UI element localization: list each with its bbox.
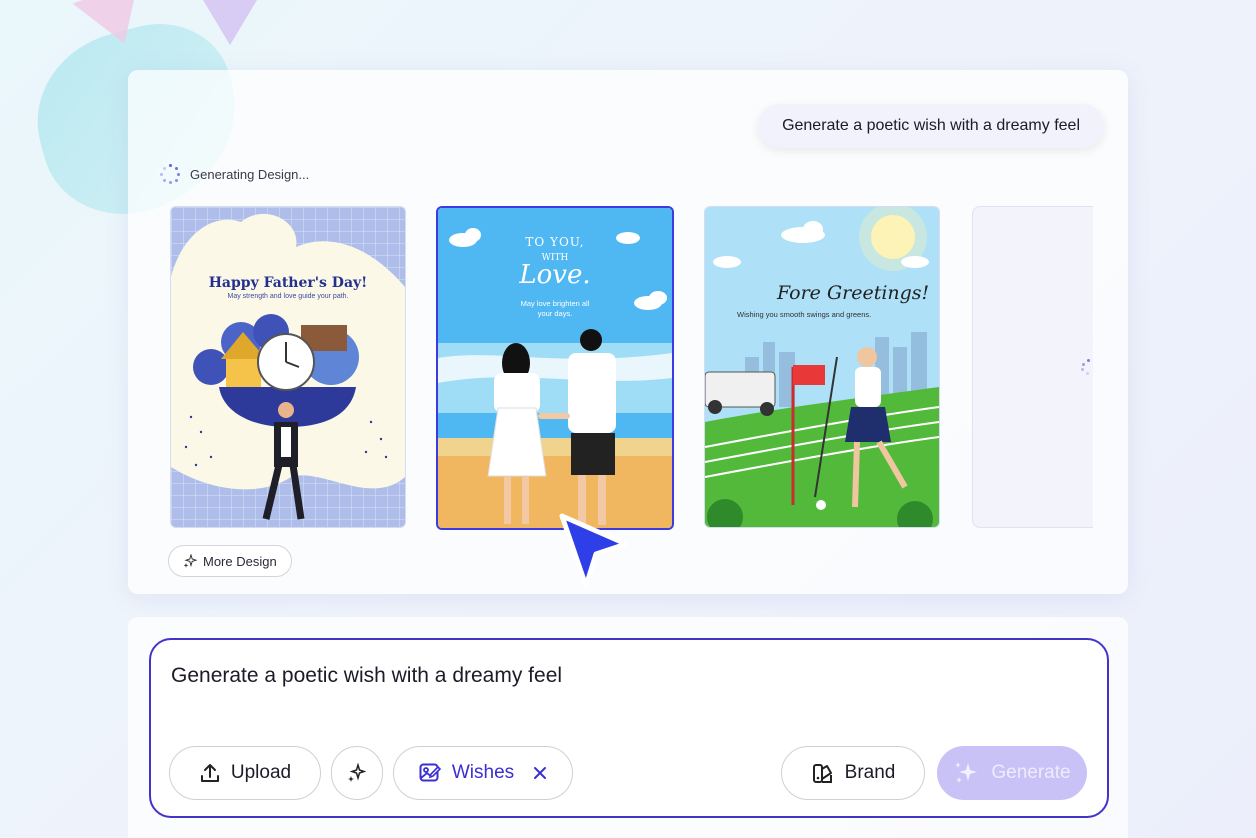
golf-subtitle: Wishing you smooth swings and greens.	[737, 310, 871, 319]
upload-button[interactable]: Upload	[169, 746, 321, 800]
brand-label: Brand	[844, 762, 896, 783]
love-illustration: TO YOU, WITH Love. May love brighten all…	[438, 208, 672, 528]
generating-status: Generating Design...	[160, 164, 309, 184]
magic-sparkle-icon	[348, 763, 367, 782]
more-design-button[interactable]: More Design	[168, 545, 292, 577]
generating-label: Generating Design...	[190, 166, 310, 182]
upload-label: Upload	[230, 762, 292, 783]
loading-spinner-icon	[1081, 359, 1093, 375]
generate-label: Generate	[991, 762, 1071, 783]
design-card-golf[interactable]: Fore Greetings! Wishing you smooth swing…	[704, 206, 940, 528]
design-card-loading	[972, 206, 1093, 528]
prompt-input-box[interactable]: Generate a poetic wish with a dreamy fee…	[149, 638, 1109, 818]
composer-panel: Generate a poetic wish with a dreamy fee…	[128, 617, 1128, 838]
sparkle-icon	[183, 554, 197, 568]
love-title-script: Love.	[518, 260, 590, 290]
design-card-love[interactable]: TO YOU, WITH Love. May love brighten all…	[436, 206, 674, 530]
close-icon[interactable]	[532, 765, 548, 781]
more-design-label: More Design	[203, 553, 277, 569]
fathers-day-subtitle: May strength and love guide your path.	[227, 293, 348, 300]
golf-illustration: Fore Greetings! Wishing you smooth swing…	[705, 207, 939, 527]
upload-icon	[200, 764, 219, 782]
wishes-label: Wishes	[451, 762, 515, 783]
design-card-fathers-day[interactable]: Happy Father's Day! May strength and lov…	[170, 206, 406, 528]
magic-enhance-button[interactable]	[331, 746, 383, 800]
wishes-chip[interactable]: Wishes	[393, 746, 573, 800]
decor-triangle-purple	[200, 0, 260, 45]
generate-button[interactable]: Generate	[937, 746, 1087, 800]
fathers-day-illustration: Happy Father's Day! May strength and lov…	[171, 207, 405, 527]
generate-sparkle-icon	[955, 762, 978, 783]
fathers-day-title: Happy Father's Day!	[209, 275, 368, 291]
love-subtitle-line2: your days.	[538, 309, 573, 318]
love-subtitle-line1: May love brighten all	[521, 299, 590, 308]
prompt-bubble: Generate a poetic wish with a dreamy fee…	[758, 104, 1104, 148]
image-edit-icon	[419, 763, 441, 782]
brand-button[interactable]: Brand	[781, 746, 925, 800]
cursor-arrow-icon	[556, 510, 636, 605]
brand-palette-icon	[812, 764, 832, 783]
spinner-icon	[160, 164, 180, 184]
prompt-input[interactable]: Generate a poetic wish with a dreamy fee…	[171, 664, 562, 688]
golf-title: Fore Greetings!	[776, 282, 929, 304]
love-title-line1: TO YOU,	[525, 235, 584, 249]
